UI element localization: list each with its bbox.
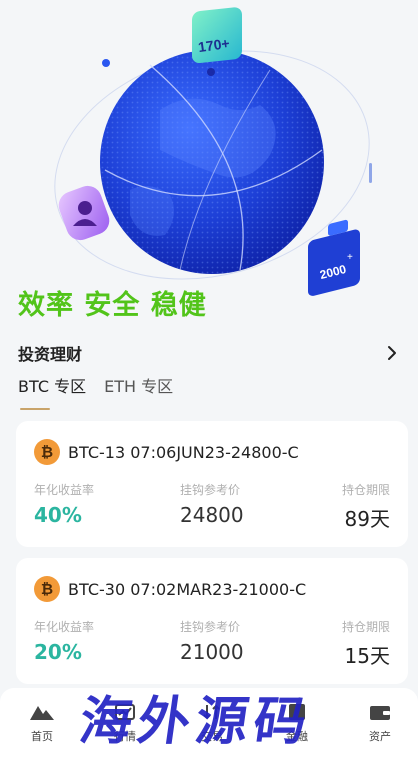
card-header: ₿ BTC-30 07:02MAR23-21000-C xyxy=(34,576,306,602)
term-value: 89天 xyxy=(344,507,390,531)
term-label: 持仓期限 xyxy=(341,483,390,497)
hero-illustration: 170+ 2000 + xyxy=(0,0,418,330)
bitcoin-icon: ₿ xyxy=(34,439,60,465)
rate-value: 40% xyxy=(34,503,82,527)
section-title: 投资理财 xyxy=(18,345,83,364)
term-value: 15天 xyxy=(344,644,390,668)
nav-home-label: 首页 xyxy=(31,730,53,743)
chevron-right-icon[interactable] xyxy=(382,343,402,363)
card-header: ₿ BTC-13 07:06JUN23-24800-C xyxy=(34,439,299,465)
price-value: 24800 xyxy=(180,503,244,527)
price-label: 挂钩参考价 xyxy=(180,620,241,634)
svg-text:+: + xyxy=(347,252,353,263)
card-product-name: BTC-30 07:02MAR23-21000-C xyxy=(68,579,307,599)
rate-label: 年化收益率 xyxy=(34,620,95,634)
card-product-name: BTC-13 07:06JUN23-24800-C xyxy=(68,442,299,462)
svg-text:₿: ₿ xyxy=(41,580,53,598)
price-value: 21000 xyxy=(180,640,244,664)
rate-label: 年化收益率 xyxy=(34,483,95,497)
nav-home[interactable]: 首页 xyxy=(12,702,72,744)
tab-bar: BTC 专区 ETH 专区 xyxy=(18,374,173,400)
slogan-text: 效率 安全 稳健 xyxy=(18,290,207,321)
bitcoin-icon: ₿ xyxy=(34,576,60,602)
price-label: 挂钩参考价 xyxy=(180,483,241,497)
home-icon xyxy=(30,706,54,720)
tab-btc[interactable]: BTC 专区 xyxy=(18,374,86,400)
svg-text:₿: ₿ xyxy=(41,443,53,461)
tab-eth[interactable]: ETH 专区 xyxy=(104,374,173,400)
term-label: 持仓期限 xyxy=(341,620,390,634)
watermark-text: 海外源码 xyxy=(75,691,317,752)
product-card[interactable]: ₿ BTC-13 07:06JUN23-24800-C 年化收益率 挂钩参考价 … xyxy=(16,421,408,547)
globe-illustration: 170+ 2000 + xyxy=(54,7,372,296)
product-card[interactable]: ₿ BTC-30 07:02MAR23-21000-C 年化收益率 挂钩参考价 … xyxy=(16,558,408,684)
section-header[interactable]: 投资理财 xyxy=(18,340,402,366)
rate-value: 20% xyxy=(34,640,82,664)
tab-active-indicator xyxy=(20,408,50,410)
